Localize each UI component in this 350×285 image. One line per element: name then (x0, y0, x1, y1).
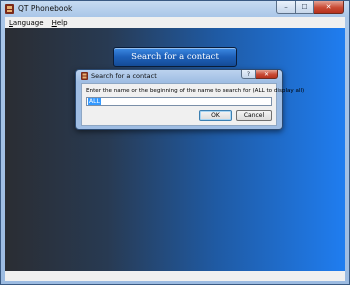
menu-language-label: anguage (12, 18, 44, 27)
search-input[interactable]: ALL (86, 97, 272, 106)
search-prompt-label: Enter the name or the beginning of the n… (86, 88, 305, 94)
main-window: QT Phonebook – ☐ ✕ Language Help (0, 0, 350, 285)
dialog-title: Search for a contact (91, 72, 157, 80)
dialog-caption-buttons: ? ✕ (241, 70, 278, 79)
caption-buttons: – ☐ ✕ (276, 1, 344, 15)
minimize-button[interactable]: – (276, 1, 296, 14)
dialog-close-button[interactable]: ✕ (256, 70, 278, 79)
search-dialog: Search for a contact ? ✕ Enter the name … (75, 69, 304, 130)
maximize-icon: ☐ (301, 3, 308, 11)
menu-language[interactable]: Language (5, 19, 48, 27)
app-icon (5, 4, 14, 14)
window-title: QT Phonebook (18, 4, 73, 13)
search-input-value: ALL (88, 98, 101, 105)
dialog-app-icon (81, 72, 88, 80)
dialog-body: Enter the name or the beginning of the n… (81, 83, 304, 126)
window-titlebar[interactable]: QT Phonebook – ☐ ✕ (1, 1, 349, 17)
maximize-button[interactable]: ☐ (296, 1, 314, 14)
menu-bar: Language Help (5, 17, 345, 28)
menu-help-label: elp (56, 18, 68, 27)
close-icon: ✕ (263, 70, 270, 78)
close-icon: ✕ (325, 3, 332, 11)
dialog-titlebar[interactable]: Search for a contact ? ✕ (76, 70, 282, 82)
search-contact-button[interactable]: Search for a contact (113, 47, 237, 67)
ok-button[interactable]: OK (199, 110, 232, 121)
close-button[interactable]: ✕ (314, 1, 344, 14)
dialog-help-button[interactable]: ? (241, 70, 256, 79)
status-bar (5, 271, 345, 281)
menu-help[interactable]: Help (48, 19, 72, 27)
minimize-icon: – (284, 3, 288, 11)
help-icon: ? (246, 70, 251, 78)
cancel-button[interactable]: Cancel (236, 110, 272, 121)
